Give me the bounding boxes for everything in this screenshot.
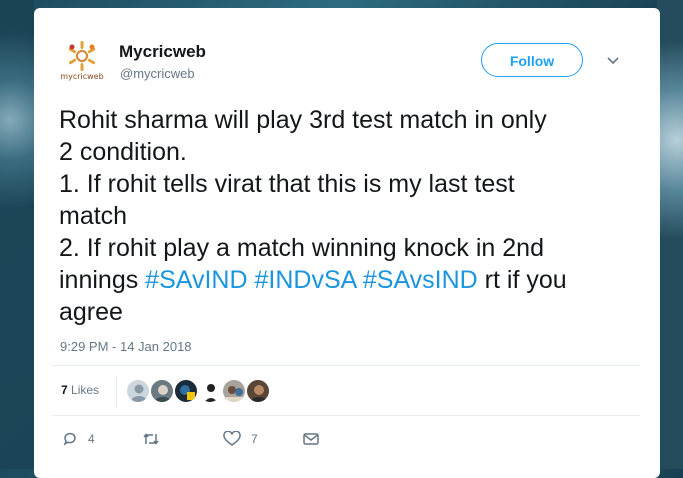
tweet-text-line: agree — [59, 298, 123, 326]
message-icon — [303, 433, 319, 445]
avatar[interactable] — [150, 379, 174, 403]
tweet-header: mycricweb Mycricweb @mycricweb Follow — [34, 8, 660, 98]
likes-count: 7 — [61, 383, 68, 397]
follow-button[interactable]: Follow — [481, 43, 583, 77]
tweet-text-fragment: rt if you — [477, 266, 567, 294]
tweet-text-line: innings #SAvIND #INDvSA #SAvsIND rt if y… — [59, 266, 567, 294]
avatar[interactable] — [246, 379, 270, 403]
avatar[interactable] — [126, 379, 150, 403]
divider — [52, 415, 640, 416]
background-right — [657, 0, 683, 469]
hashtag-link[interactable]: #INDvSA — [254, 266, 355, 294]
avatar[interactable] — [174, 379, 198, 403]
logo-text: mycricweb — [60, 72, 104, 81]
author-handle[interactable]: @mycricweb — [120, 66, 195, 81]
avatar[interactable] — [198, 379, 222, 403]
tweet-text-line: 2 condition. — [59, 138, 187, 166]
tweet-text-line: Rohit sharma will play 3rd test match in… — [59, 106, 547, 134]
direct-message-button[interactable] — [302, 428, 330, 450]
timestamp[interactable]: 9:29 PM - 14 Jan 2018 — [60, 339, 192, 354]
hashtag-link[interactable]: #SAvsIND — [363, 266, 478, 294]
tweet-text-line: 1. If rohit tells virat that this is my … — [59, 170, 515, 198]
reply-icon — [63, 432, 76, 446]
like-count: 7 — [251, 432, 258, 446]
reply-count: 4 — [88, 432, 95, 446]
tweet-text-line: match — [59, 202, 128, 230]
heart-icon — [223, 431, 241, 446]
tweet-card: mycricweb Mycricweb @mycricweb Follow Ro… — [34, 8, 660, 478]
hashtag-link[interactable]: #SAvIND — [145, 266, 247, 294]
like-button[interactable]: 7 — [223, 428, 258, 450]
likes-label: Likes — [71, 383, 100, 397]
author-name[interactable]: Mycricweb — [119, 42, 206, 62]
mycricweb-logo-icon — [68, 41, 96, 71]
likes-summary[interactable]: 7 Likes — [61, 383, 99, 397]
chevron-down-icon[interactable] — [606, 56, 620, 66]
divider — [116, 376, 117, 408]
reply-button[interactable]: 4 — [62, 428, 95, 450]
tweet-text-line: 2. If rohit play a match winning knock i… — [59, 234, 544, 262]
tweet-text-fragment: innings — [59, 266, 146, 294]
tweet-actions: 4 7 — [34, 428, 660, 458]
avatar[interactable] — [222, 379, 246, 403]
retweet-button[interactable] — [142, 428, 170, 450]
background-left — [0, 0, 34, 469]
retweet-icon — [143, 433, 159, 445]
avatar[interactable]: mycricweb — [60, 40, 104, 86]
tweet-text: Rohit sharma will play 3rd test match in… — [59, 104, 639, 328]
divider — [52, 365, 640, 366]
